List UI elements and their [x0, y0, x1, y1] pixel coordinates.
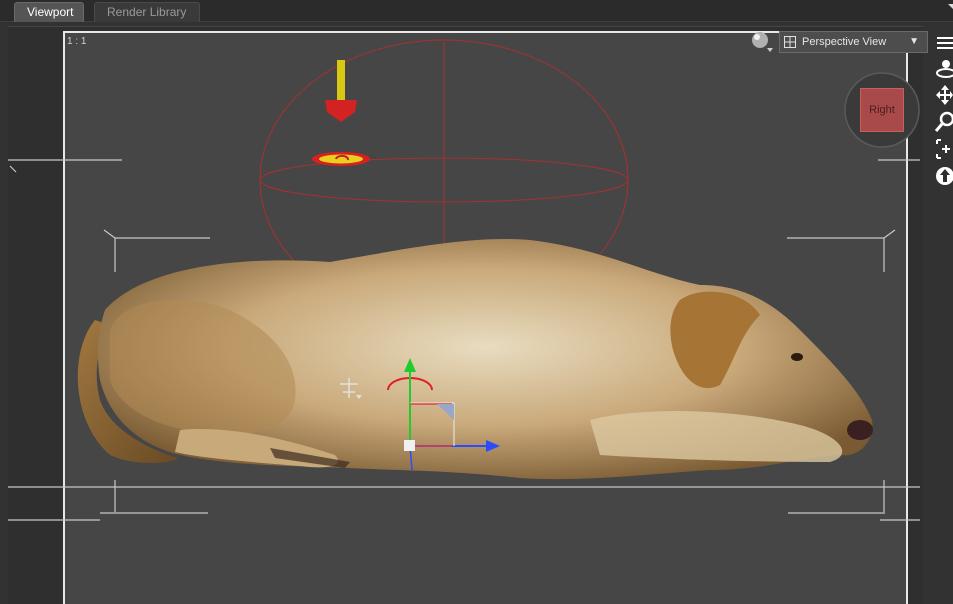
reset-view-icon[interactable]	[933, 165, 953, 187]
viewport-window: Viewport Render Library 1 : 1 Perspectiv…	[0, 0, 953, 604]
view-selector-value: Perspective View	[802, 36, 887, 48]
dog-figure	[77, 239, 873, 480]
chevron-down-icon: ▼	[909, 36, 919, 47]
frame-icon[interactable]	[933, 138, 953, 160]
viewport-menu-icon[interactable]	[933, 32, 953, 54]
view-selector-dropdown[interactable]: Perspective View ▼	[779, 31, 928, 53]
pan-icon[interactable]	[933, 84, 953, 106]
grid-icon	[784, 36, 796, 48]
view-cube-face[interactable]: Right	[860, 88, 904, 132]
draw-style-sphere-icon[interactable]	[750, 30, 776, 54]
zoom-icon[interactable]	[933, 111, 953, 133]
scene-3d[interactable]	[0, 0, 953, 604]
orbit-icon[interactable]	[933, 58, 953, 80]
